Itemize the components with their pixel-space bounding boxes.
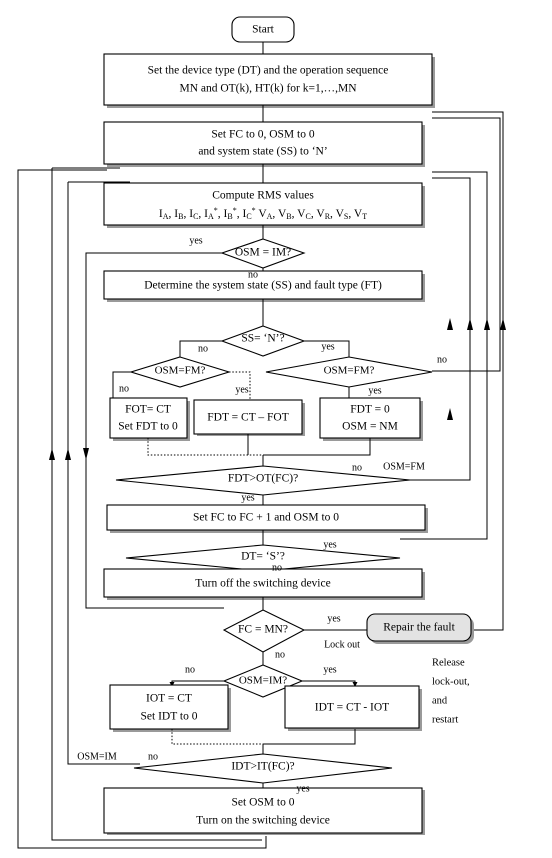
label-dt-s-no: no bbox=[272, 562, 282, 573]
node-idt-ct-iot: IDT = CT - IOT bbox=[284, 685, 420, 729]
label-osm-im-2-no: no bbox=[185, 664, 195, 675]
arrowhead-right-e bbox=[447, 408, 453, 420]
label-osm-fm-left-no: no bbox=[119, 383, 129, 394]
node-fc-mn: FC = MN? bbox=[222, 609, 306, 653]
node-iot-ct: IOT = CT Set IDT to 0 bbox=[109, 684, 229, 730]
release-note-line-2: lock-out, bbox=[432, 676, 470, 687]
compute-rms-line1: Compute RMS values bbox=[212, 190, 314, 202]
arrowhead-right-d bbox=[500, 318, 506, 330]
node-osm-fm-left: OSM=FM? bbox=[129, 356, 231, 388]
label-fdt-gt-ot-no: no bbox=[352, 462, 362, 473]
node-set-device-type: Set the device type (DT) and the operati… bbox=[103, 53, 433, 106]
set-fc-plus-label: Set FC to FC + 1 and OSM to 0 bbox=[193, 512, 339, 524]
idt-ct-iot-line1: IDT = CT - IOT bbox=[315, 702, 389, 714]
node-determine-state: Determine the system state (SS) and faul… bbox=[103, 270, 423, 300]
repair-fault-label: Repair the fault bbox=[383, 622, 455, 634]
label-fdt-gt-ot-yes: yes bbox=[241, 492, 254, 503]
set-fc-osm-line1: Set FC to 0, OSM to 0 bbox=[211, 129, 314, 141]
arrowhead-left-c bbox=[83, 448, 89, 460]
return-path-osm-fm-right bbox=[432, 117, 501, 372]
return-path-left-b bbox=[51, 168, 262, 841]
set-osm-zero-line1: Set OSM to 0 bbox=[232, 797, 295, 809]
iot-ct-line2: Set IDT to 0 bbox=[141, 711, 198, 723]
osm-im-1-label: OSM = IM? bbox=[235, 247, 291, 259]
label-fc-mn-lockout: Lock out bbox=[324, 639, 360, 650]
fdt-zero-line1: FDT = 0 bbox=[350, 404, 390, 416]
set-device-type-line2: MN and OT(k), HT(k) for k=1,…,MN bbox=[179, 83, 357, 95]
osm-fm-left-label: OSM=FM? bbox=[155, 365, 206, 377]
release-note-line-1: Release bbox=[432, 657, 465, 668]
release-note-line-4: restart bbox=[432, 714, 458, 725]
node-repair-fault: Repair the fault bbox=[366, 613, 472, 642]
label-osm-im-1-no: no bbox=[248, 269, 258, 280]
node-fdt-zero: FDT = 0 OSM = NM bbox=[319, 397, 421, 439]
set-osm-zero-line2: Turn on the switching device bbox=[196, 815, 330, 827]
label-dt-s-yes: yes bbox=[323, 539, 336, 550]
arrowhead-right-c bbox=[484, 318, 490, 330]
label-osm-im-1-yes: yes bbox=[189, 235, 202, 246]
release-note-line-3: and bbox=[432, 695, 448, 706]
release-note: Release lock-out, and restart bbox=[432, 657, 470, 725]
idt-gt-it-label: IDT>IT(FC)? bbox=[231, 761, 294, 773]
label-idt-gt-it-yes: yes bbox=[296, 783, 309, 794]
flowchart-svg: Start Set the device type (DT) and the o… bbox=[17, 16, 506, 849]
flowchart-canvas: Start Set the device type (DT) and the o… bbox=[0, 0, 552, 858]
set-device-type-line1: Set the device type (DT) and the operati… bbox=[148, 65, 389, 77]
fc-mn-label: FC = MN? bbox=[238, 624, 288, 636]
node-turn-off: Turn off the switching device bbox=[103, 568, 423, 598]
compute-rms-line2: IA, IB, IC, IA*, IB*, IC* VA, VB, VC, VR… bbox=[159, 206, 367, 221]
label-fc-mn-no: no bbox=[275, 649, 285, 660]
edge-osmim2-yes bbox=[302, 680, 358, 687]
node-dt-s: DT= ‘S’? bbox=[125, 544, 401, 572]
fdt-ct-fot-line1: FDT = CT – FOT bbox=[207, 412, 288, 424]
start-label: Start bbox=[252, 24, 275, 36]
osm-fm-right-label: OSM=FM? bbox=[324, 365, 375, 377]
node-osm-fm-right: OSM=FM? bbox=[265, 356, 433, 388]
set-device-type-shape bbox=[103, 53, 433, 106]
determine-state-label: Determine the system state (SS) and faul… bbox=[144, 280, 382, 292]
node-fot-ct: FOT= CT Set FDT to 0 bbox=[109, 397, 188, 439]
set-fc-osm-line2: and system state (SS) to ‘N’ bbox=[198, 146, 327, 158]
label-osm-fm-right-yes: yes bbox=[368, 385, 381, 396]
node-start: Start bbox=[231, 16, 295, 43]
label-fdt-gt-ot-osm: OSM=FM bbox=[383, 461, 425, 472]
edge-idt-bottom bbox=[263, 729, 356, 745]
label-osm-im-2-yes: yes bbox=[323, 664, 336, 675]
node-idt-gt-it: IDT>IT(FC)? bbox=[133, 753, 393, 784]
node-set-fc-osm: Set FC to 0, OSM to 0 and system state (… bbox=[103, 121, 423, 165]
node-set-fc-plus: Set FC to FC + 1 and OSM to 0 bbox=[106, 504, 426, 531]
node-compute-rms: Compute RMS values IA, IB, IC, IA*, IB*,… bbox=[103, 182, 423, 226]
label-ss-n-no: no bbox=[198, 343, 208, 354]
node-fdt-ct-fot: FDT = CT – FOT bbox=[193, 399, 303, 435]
fdt-gt-ot-label: FDT>OT(FC)? bbox=[228, 473, 298, 485]
fot-ct-line1: FOT= CT bbox=[125, 404, 171, 416]
node-fdt-gt-ot: FDT>OT(FC)? bbox=[115, 465, 411, 496]
turn-off-label: Turn off the switching device bbox=[195, 578, 330, 590]
arrowhead-left-b bbox=[65, 448, 71, 460]
node-ss-n: SS= ‘N’? bbox=[220, 325, 306, 357]
arrowhead-left-a bbox=[49, 448, 55, 460]
fdt-zero-line2: OSM = NM bbox=[342, 421, 398, 433]
arrowhead-right-a bbox=[447, 318, 453, 330]
label-osm-fm-left-yes: yes bbox=[235, 384, 248, 395]
arrowhead-right-b bbox=[467, 318, 473, 330]
node-osm-im-1: OSM = IM? bbox=[220, 238, 306, 269]
label-idt-gt-it-no: no bbox=[148, 751, 158, 762]
label-ss-n-yes: yes bbox=[321, 341, 334, 352]
osm-im-2-label: OSM=IM? bbox=[239, 675, 287, 687]
return-path-left-c bbox=[67, 182, 140, 765]
ss-n-label: SS= ‘N’? bbox=[241, 333, 284, 345]
dt-s-label: DT= ‘S’? bbox=[241, 551, 285, 563]
fot-ct-line2: Set FDT to 0 bbox=[118, 421, 178, 433]
iot-ct-line1: IOT = CT bbox=[146, 693, 192, 705]
label-fc-mn-yes: yes bbox=[327, 613, 340, 624]
label-idt-gt-it-osm: OSM=IM bbox=[77, 751, 117, 762]
node-set-osm-zero: Set OSM to 0 Turn on the switching devic… bbox=[103, 787, 423, 834]
label-osm-fm-right-no: no bbox=[437, 354, 447, 365]
